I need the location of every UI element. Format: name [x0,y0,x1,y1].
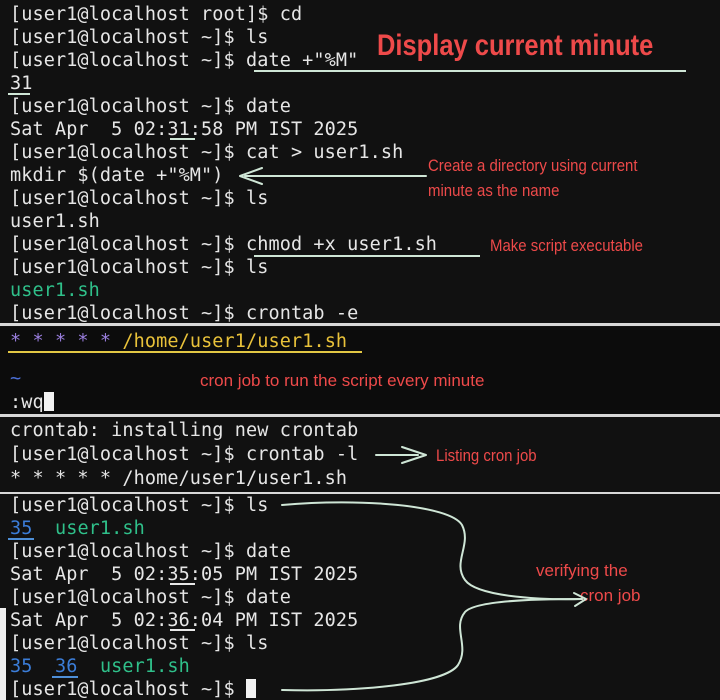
directory-36: 36 [54,656,78,677]
vim-command-text: :wq [10,392,44,413]
underline-chmod [254,255,480,257]
underline-minute-35 [170,583,195,585]
terminal-line: [user1@localhost ~]$ date [10,541,291,562]
file-listing-user1-sh: user1.sh [10,280,100,301]
terminal-line: mkdir $(date +"%M") [10,165,224,186]
terminal-line: [user1@localhost ~]$ date [10,96,291,117]
terminal-line: [user1@localhost ~]$ date [10,587,291,608]
terminal-line: 31 [10,73,33,94]
annotation-listing-cron: Listing cron job [436,446,537,465]
cron-schedule-stars: * * * * * [10,331,112,352]
terminal-panel-top: [user1@localhost root]$ cd [user1@localh… [0,0,720,323]
prompt-text: [user1@localhost ~]$ [10,679,246,700]
terminal-line: [user1@localhost ~]$ date +"%M" [10,50,359,71]
annotation-make-executable: Make script executable [490,236,644,255]
directory-35: 35 [10,518,33,539]
cron-script-path: /home/user1/user1.sh [122,331,348,352]
annotation-create-directory-2: minute as the name [428,181,560,200]
terminal-line: [user1@localhost root]$ cd [10,4,303,25]
terminal-line: [user1@localhost ~]$ ls [10,495,269,516]
terminal-prompt[interactable]: [user1@localhost ~]$ [10,678,256,700]
vim-command-line[interactable]: :wq [10,391,54,414]
terminal-line: [user1@localhost ~]$ ls [10,257,269,278]
file-user1-sh: user1.sh [99,656,190,677]
underline-date-minute [254,70,686,72]
crontab-entry-line: * * * * * /home/user1/user1.sh [10,330,347,353]
underline-cron-entry [8,351,362,353]
separator [0,323,720,326]
terminal-line: crontab: installing new crontab [10,420,359,441]
vim-editor-panel: * * * * * /home/user1/user1.sh ~ :wq cro… [0,327,720,414]
terminal-line: * * * * * /home/user1/user1.sh [10,468,348,489]
underline-dir-36 [52,676,78,678]
underline-minute-in-date [170,138,195,140]
terminal-panel-crontab: crontab: installing new crontab [user1@l… [0,417,720,492]
underline-minute-value [8,93,30,95]
vim-empty-line-tilde: ~ [10,368,22,389]
directory-listing: 35 36 user1.sh [10,655,190,678]
file-user1-sh: user1.sh [54,518,145,539]
terminal-line: [user1@localhost ~]$ ls [10,633,269,654]
directory-listing: 35 user1.sh [10,517,145,540]
terminal-line: [user1@localhost ~]$ ls [10,188,269,209]
terminal-line: [user1@localhost ~]$ crontab -l [10,444,359,465]
underline-minute-36 [170,629,195,631]
terminal-line: user1.sh [10,211,100,232]
terminal-line: [user1@localhost ~]$ cat > user1.sh [10,142,404,163]
underline-dir-35 [8,538,34,540]
annotation-create-directory-1: Create a directory using current [428,156,638,175]
cursor-block [43,392,54,411]
terminal-line: [user1@localhost ~]$ crontab -e [10,303,359,323]
annotation-display-minute: Display current minute [377,29,654,62]
annotation-cron-every-minute: cron job to run the script every minute [200,371,485,390]
terminal-panel-verify: [user1@localhost ~]$ ls 35 user1.sh [use… [0,494,720,700]
terminal-line: [user1@localhost ~]$ ls [10,27,269,48]
annotation-verifying-1: verifying the [536,561,628,580]
left-edge-bar [0,608,6,700]
terminal-line: [user1@localhost ~]$ chmod +x user1.sh [10,234,438,255]
annotation-verifying-2: cron job [580,586,641,605]
cursor-block [246,679,256,698]
directory-35: 35 [10,656,33,677]
